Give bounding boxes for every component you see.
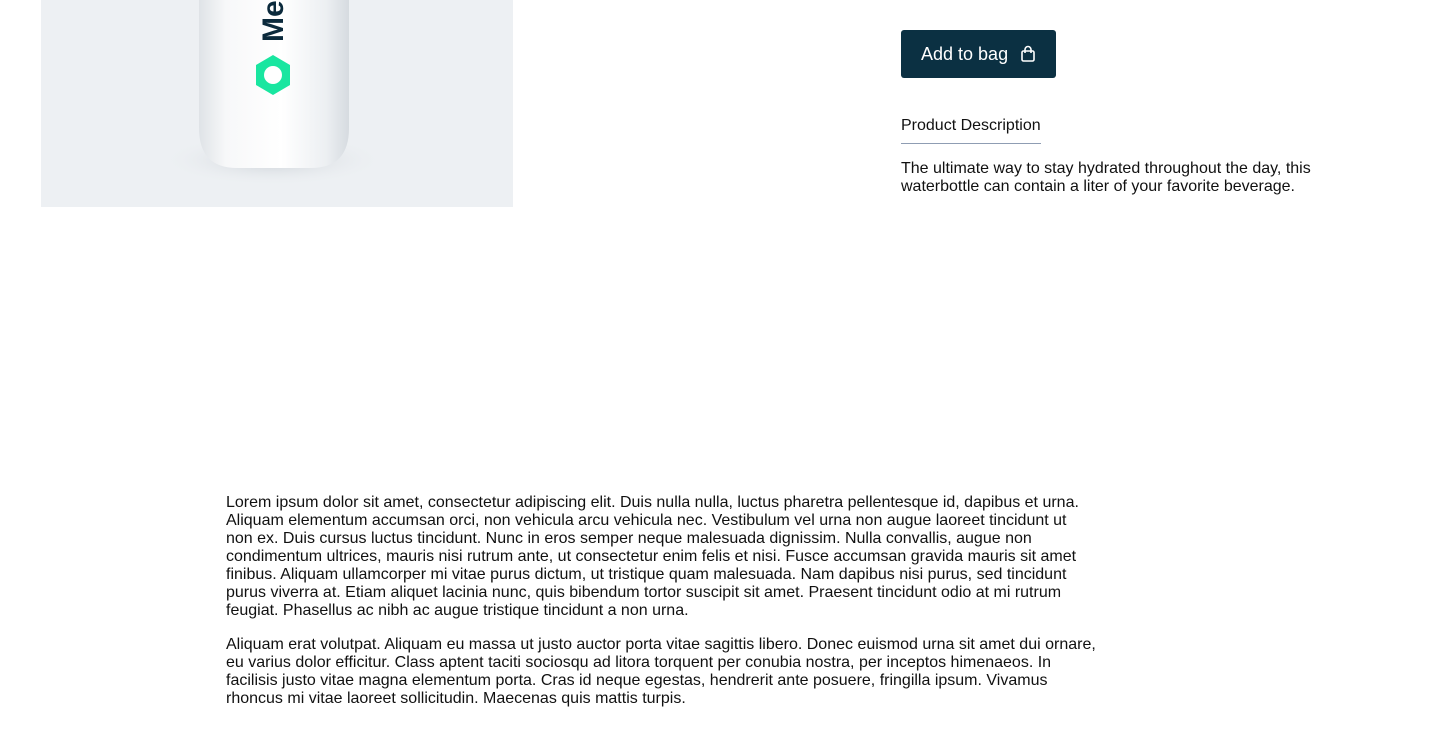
product-image: Me <box>41 0 513 207</box>
water-bottle-image: Me <box>161 0 385 186</box>
tab-product-description[interactable]: Product Description <box>901 117 1041 144</box>
product-page: Me Add to bag Product Description The ul… <box>0 0 1433 733</box>
product-description-text: The ultimate way to stay hydrated throug… <box>901 160 1311 195</box>
buy-panel: Add to bag Product Description The ultim… <box>901 30 1341 196</box>
details-paragraph: Lorem ipsum dolor sit amet, consectetur … <box>226 494 1079 619</box>
brand-logo-text: Me <box>257 0 290 42</box>
shopping-bag-icon <box>1020 45 1036 63</box>
details-paragraph: Aliquam erat volutpat. Aliquam eu massa … <box>226 636 1096 707</box>
add-to-bag-label: Add to bag <box>921 43 1009 64</box>
add-to-bag-button[interactable]: Add to bag <box>901 30 1057 78</box>
product-details: Lorem ipsum dolor sit amet, consectetur … <box>226 494 1096 724</box>
